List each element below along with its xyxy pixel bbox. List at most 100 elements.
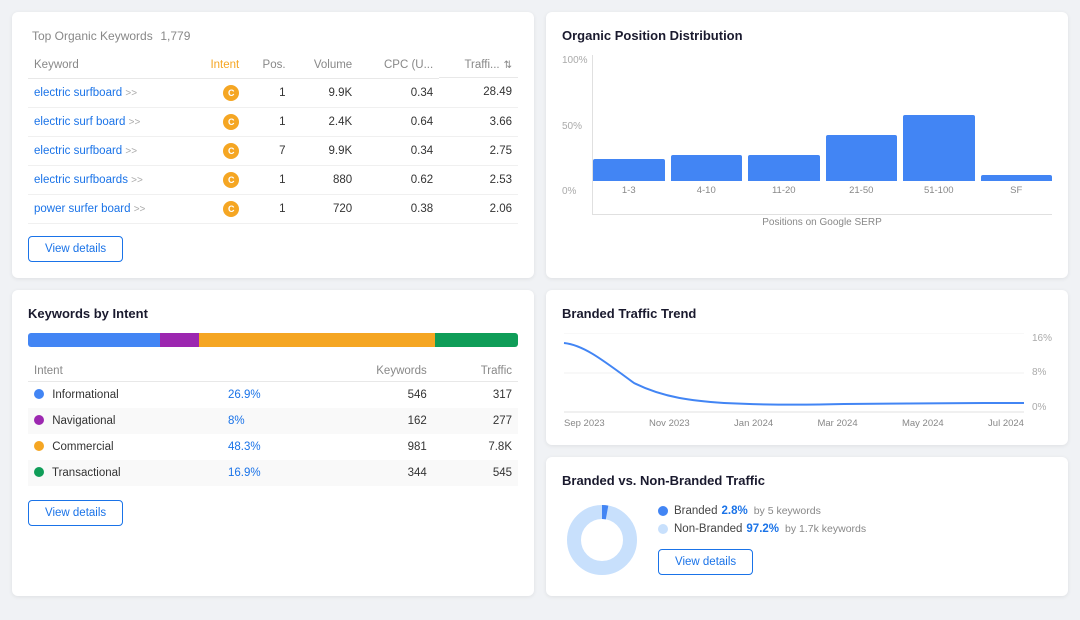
intent-col-pct	[222, 361, 310, 382]
intent-traffic-cell: 277	[433, 408, 518, 434]
trend-x-label: Mar 2024	[817, 418, 857, 429]
bar-label: SF	[1010, 185, 1022, 196]
bar-group: 21-50	[826, 135, 898, 196]
intent-kw-cell: 546	[310, 381, 433, 408]
col-pos: Pos.	[245, 55, 291, 78]
intent-kw-cell: 981	[310, 434, 433, 460]
intent-pct-cell: 8%	[222, 408, 310, 434]
intent-col-name: Intent	[28, 361, 222, 382]
col-traffic: Traffi... ⇅	[439, 55, 518, 78]
intent-name-cell: Commercial	[28, 434, 222, 460]
kw-cell[interactable]: electric surf board >>	[28, 107, 191, 136]
intent-cell: C	[191, 136, 245, 165]
y-labels: 100% 50% 0%	[562, 55, 588, 215]
keywords-by-intent-title: Keywords by Intent	[28, 306, 518, 321]
bar	[671, 155, 743, 181]
branded-trend-card: Branded Traffic Trend Sep 2023Nov 2023Ja…	[546, 290, 1068, 445]
trend-x-label: Jan 2024	[734, 418, 773, 429]
keywords-by-intent-card: Keywords by Intent Intent Keywords Traff…	[12, 290, 534, 596]
cpc-cell: 0.34	[358, 136, 439, 165]
kw-cell[interactable]: electric surfboard >>	[28, 78, 191, 107]
non-branded-dot	[658, 524, 668, 534]
intent-name-cell: Navigational	[28, 408, 222, 434]
cpc-cell: 0.62	[358, 165, 439, 194]
table-row: electric surfboards >> C 1 880 0.62 2.53	[28, 165, 518, 194]
intent-view-details[interactable]: View details	[28, 500, 123, 526]
trend-wrapper: Sep 2023Nov 2023Jan 2024Mar 2024May 2024…	[562, 333, 1052, 429]
table-row: electric surfboard >> C 7 9.9K 0.34 2.75	[28, 136, 518, 165]
cpc-cell: 0.38	[358, 194, 439, 223]
top-keywords-title: Top Organic Keywords 1,779	[28, 28, 518, 43]
col-cpc: CPC (U...	[358, 55, 439, 78]
trend-x-labels: Sep 2023Nov 2023Jan 2024Mar 2024May 2024…	[562, 418, 1026, 429]
bar-group: 1-3	[593, 159, 665, 196]
bar-chart-inner: 1-3 4-10 11-20 21-50 51-100 SF	[592, 55, 1052, 215]
branded-vs-non-card: Branded vs. Non-Branded Traffic Branded	[546, 457, 1068, 596]
vol-cell: 880	[292, 165, 359, 194]
branded-view-details[interactable]: View details	[658, 549, 753, 575]
intent-segment	[435, 333, 518, 347]
pos-cell: 1	[245, 194, 291, 223]
intent-col-traffic: Traffic	[433, 361, 518, 382]
intent-pct-cell: 26.9%	[222, 381, 310, 408]
trend-y-labels: 16% 8% 0%	[1032, 333, 1052, 413]
intent-cell: C	[191, 78, 245, 107]
intent-kw-cell: 162	[310, 408, 433, 434]
pos-cell: 1	[245, 165, 291, 194]
bar	[826, 135, 898, 181]
cpc-cell: 0.64	[358, 107, 439, 136]
bar-label: 51-100	[924, 185, 954, 196]
col-volume: Volume	[292, 55, 359, 78]
traffic-cell: 28.49	[439, 78, 518, 107]
col-keyword: Keyword	[28, 55, 191, 78]
trend-svg	[562, 333, 1026, 413]
cpc-cell: 0.34	[358, 78, 439, 107]
intent-dot	[34, 467, 44, 477]
bar	[981, 175, 1053, 181]
bar-label: 11-20	[772, 185, 796, 196]
intent-traffic-cell: 317	[433, 381, 518, 408]
top-keywords-view-details[interactable]: View details	[28, 236, 123, 262]
pos-cell: 7	[245, 136, 291, 165]
list-item: Transactional 16.9% 344 545	[28, 460, 518, 486]
vol-cell: 2.4K	[292, 107, 359, 136]
trend-x-label: May 2024	[902, 418, 944, 429]
donut-chart	[562, 500, 642, 580]
vol-cell: 9.9K	[292, 136, 359, 165]
trend-x-label: Jul 2024	[988, 418, 1024, 429]
list-item: Navigational 8% 162 277	[28, 408, 518, 434]
col-intent: Intent	[191, 55, 245, 78]
trend-x-label: Nov 2023	[649, 418, 690, 429]
intent-cell: C	[191, 194, 245, 223]
intent-col-keywords: Keywords	[310, 361, 433, 382]
top-organic-keywords-card: Top Organic Keywords 1,779 Keyword Inten…	[12, 12, 534, 278]
organic-position-card: Organic Position Distribution 100% 50% 0…	[546, 12, 1068, 278]
pos-cell: 1	[245, 78, 291, 107]
bar-group: 11-20	[748, 155, 820, 196]
branded-legend: Branded 2.8% by 5 keywords Non-Branded 9…	[658, 505, 866, 575]
legend-branded: Branded 2.8% by 5 keywords	[658, 505, 866, 517]
branded-trend-title: Branded Traffic Trend	[562, 306, 1052, 321]
bar	[748, 155, 820, 181]
intent-table: Intent Keywords Traffic Informational 26…	[28, 361, 518, 486]
kw-cell[interactable]: power surfer board >>	[28, 194, 191, 223]
intent-segment	[199, 333, 435, 347]
intent-cell: C	[191, 107, 245, 136]
vol-cell: 9.9K	[292, 78, 359, 107]
bar-label: 21-50	[849, 185, 873, 196]
right-column: Branded Traffic Trend Sep 2023Nov 2023Ja…	[546, 290, 1068, 596]
bar-group: SF	[981, 175, 1053, 196]
traffic-cell: 2.06	[439, 194, 518, 223]
vol-cell: 720	[292, 194, 359, 223]
legend-non-branded: Non-Branded 97.2% by 1.7k keywords	[658, 523, 866, 535]
pos-cell: 1	[245, 107, 291, 136]
kw-cell[interactable]: electric surfboard >>	[28, 136, 191, 165]
intent-cell: C	[191, 165, 245, 194]
intent-segment	[160, 333, 199, 347]
list-item: Commercial 48.3% 981 7.8K	[28, 434, 518, 460]
intent-traffic-cell: 7.8K	[433, 434, 518, 460]
traffic-cell: 3.66	[439, 107, 518, 136]
intent-traffic-cell: 545	[433, 460, 518, 486]
kw-cell[interactable]: electric surfboards >>	[28, 165, 191, 194]
branded-vs-non-title: Branded vs. Non-Branded Traffic	[562, 473, 1052, 488]
